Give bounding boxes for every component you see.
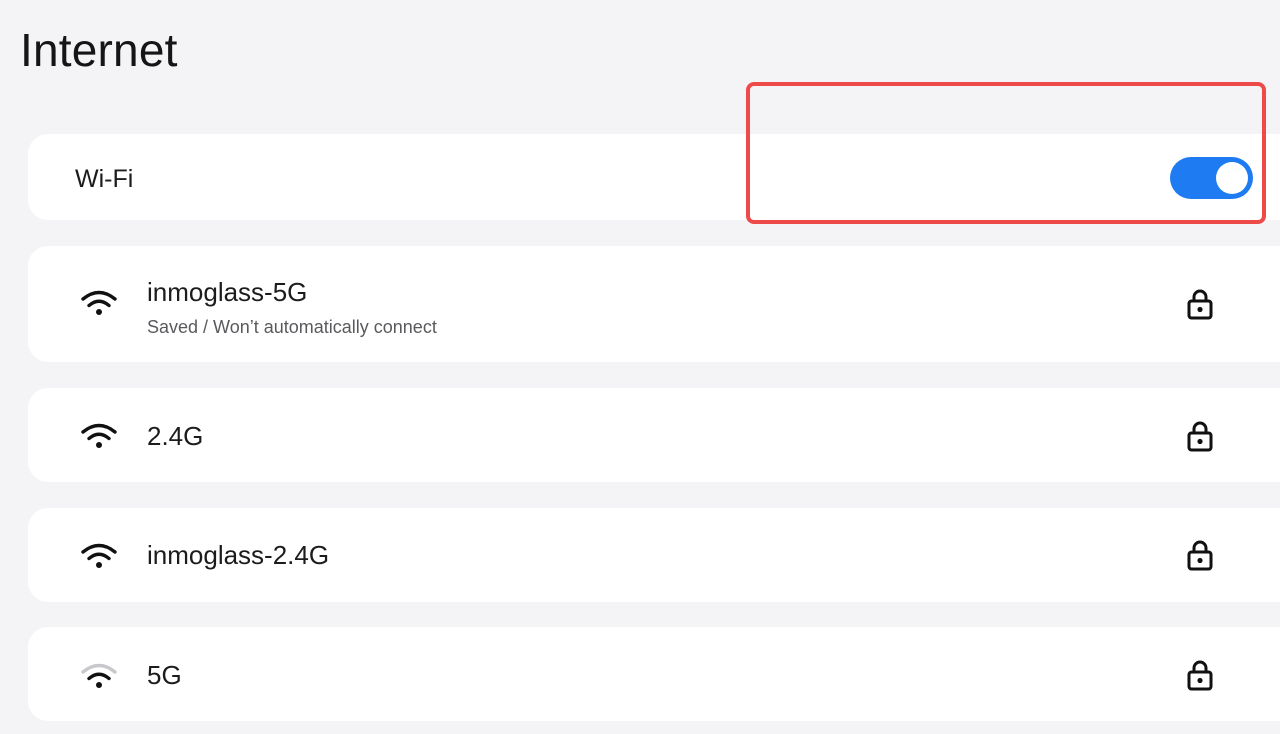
network-ssid: inmoglass-5G	[147, 277, 308, 307]
network-row-5g[interactable]: 5G	[28, 627, 1280, 721]
lock-icon	[1187, 289, 1213, 320]
wifi-full-icon	[81, 423, 117, 448]
page-title: Internet	[20, 24, 178, 76]
network-ssid: 2.4G	[147, 421, 204, 451]
wifi-weak-icon	[81, 663, 117, 688]
lock-icon	[1187, 421, 1213, 452]
network-status: Saved / Won’t automatically connect	[147, 317, 437, 337]
wifi-full-icon	[81, 290, 117, 315]
wifi-toggle-label: Wi-Fi	[75, 165, 134, 193]
lock-icon	[1187, 540, 1213, 571]
wifi-toggle-row[interactable]: Wi-Fi	[28, 134, 1280, 220]
network-ssid: 5G	[147, 660, 182, 690]
network-ssid: inmoglass-2.4G	[147, 540, 330, 570]
wifi-full-icon	[81, 543, 117, 568]
wifi-toggle-switch[interactable]	[1170, 157, 1253, 199]
toggle-knob	[1216, 162, 1248, 194]
lock-icon	[1187, 660, 1213, 691]
network-row-2-4g[interactable]: 2.4G	[28, 388, 1280, 482]
network-row-inmoglass-2-4g[interactable]: inmoglass-2.4G	[28, 508, 1280, 602]
network-row-inmoglass-5g[interactable]: inmoglass-5G Saved / Won’t automatically…	[28, 246, 1280, 362]
